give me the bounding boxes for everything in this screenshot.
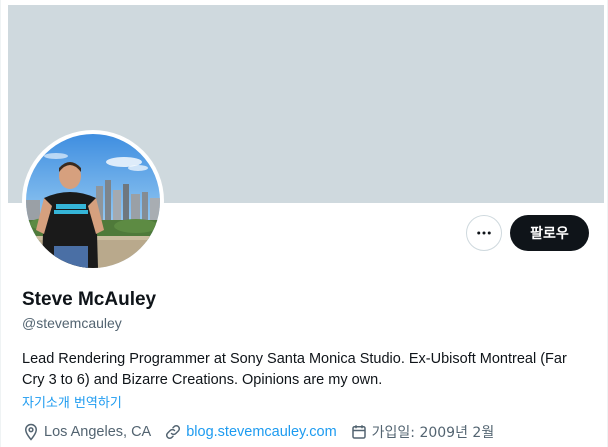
location-text: Los Angeles, CA: [44, 424, 152, 440]
follow-button[interactable]: 팔로우: [510, 215, 589, 251]
profile-meta: Los Angeles, CA blog.stevemcauley.com 가입…: [22, 422, 507, 442]
translate-bio-link[interactable]: 자기소개 번역하기: [22, 392, 122, 411]
calendar-icon: [351, 425, 366, 439]
profile-bio: Lead Rendering Programmer at Sony Santa …: [22, 351, 567, 388]
profile-display-name: Steve McAuley: [22, 289, 157, 310]
avatar[interactable]: [22, 130, 164, 272]
location-item: Los Angeles, CA: [22, 423, 151, 441]
website-link[interactable]: blog.stevemcauley.com: [186, 424, 336, 440]
avatar-photo: [26, 134, 160, 268]
joined-text: 가입일: 2009년 2월: [371, 425, 495, 441]
link-icon: [166, 424, 181, 440]
more-options-button[interactable]: [466, 215, 502, 251]
more-icon: [477, 231, 491, 235]
profile-handle: @stevemcauley: [22, 315, 122, 331]
website-item[interactable]: blog.stevemcauley.com: [164, 423, 337, 441]
joined-item: 가입일: 2009년 2월: [350, 422, 495, 442]
location-pin-icon: [24, 423, 38, 441]
profile-header: 팔로우 Steve McAuley @stevemcauley Lead Ren…: [0, 0, 608, 447]
